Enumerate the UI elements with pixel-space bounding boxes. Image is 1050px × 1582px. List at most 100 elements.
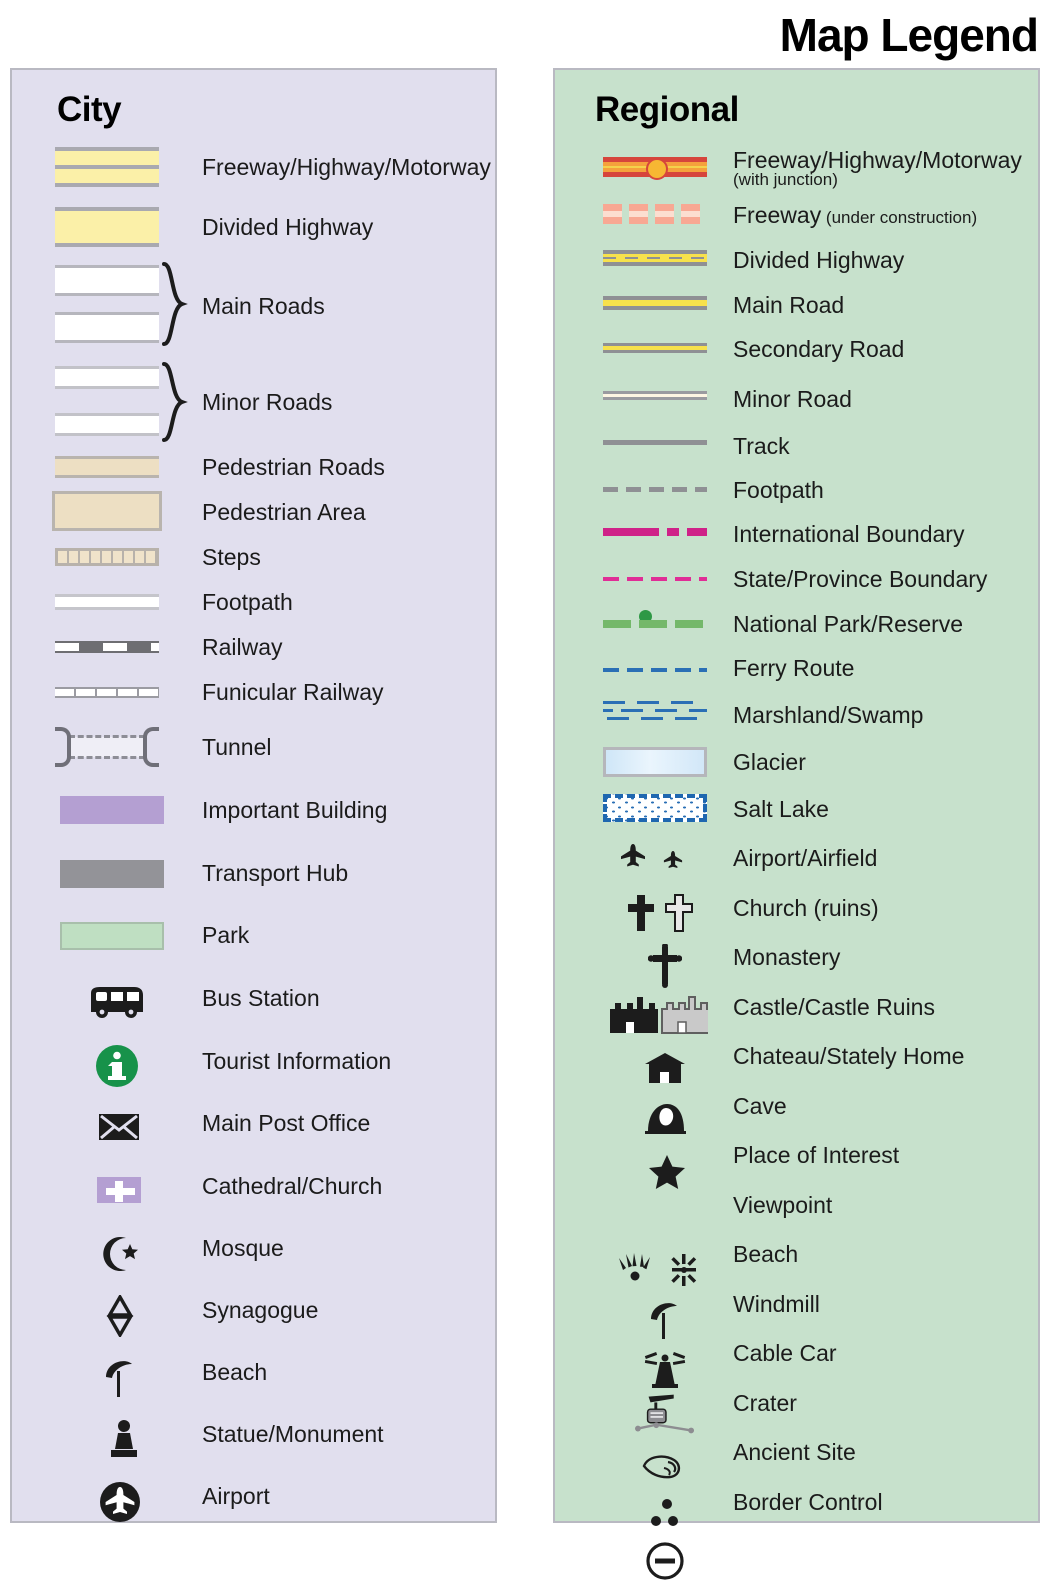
glacier-swatch	[600, 746, 710, 778]
city-item-label: Divided Highway	[202, 214, 374, 240]
cave-icon	[641, 1097, 689, 1141]
park-swatch	[57, 921, 167, 951]
castle-icon	[603, 992, 713, 1038]
beach-umbrella-icon	[645, 1298, 689, 1342]
footpath-city-swatch	[47, 594, 167, 610]
city-item-label: Steps	[202, 544, 261, 570]
steps-swatch	[47, 547, 167, 567]
regional-item-sublabel: (under construction)	[821, 208, 978, 227]
ferry-route-line	[600, 665, 710, 675]
track-line	[600, 437, 710, 447]
city-item-label: Railway	[202, 634, 283, 660]
cross-icon	[613, 892, 709, 934]
tunnel-swatch	[47, 725, 167, 769]
pedestrian-road-swatch	[47, 456, 167, 478]
regional-legend-panel: Regional Freeway/Highway/Motorway (with …	[553, 68, 1040, 1580]
regional-item-label: Main Road	[733, 292, 845, 318]
city-item-label: Park	[202, 922, 250, 948]
viewpoint-icon	[611, 1248, 711, 1292]
regional-item-label-main: Freeway/Highway/Motorway	[733, 147, 1022, 173]
regional-item-label: Border Control	[733, 1489, 883, 1515]
city-item-label: Bus Station	[202, 985, 320, 1011]
city-item-label: Beach	[202, 1359, 268, 1385]
city-item-label: Funicular Railway	[202, 679, 384, 705]
information-icon	[94, 1043, 140, 1089]
regional-item-label: Viewpoint	[733, 1192, 833, 1218]
freeway-junction-line	[600, 155, 710, 180]
bus-icon	[84, 980, 150, 1024]
regional-item-label: State/Province Boundary	[733, 566, 988, 592]
star-of-david-icon	[98, 1294, 142, 1338]
regional-item-label: Minor Road	[733, 386, 852, 412]
regional-item-label: Airport/Airfield	[733, 845, 878, 871]
city-item-label: Statue/Monument	[202, 1421, 384, 1447]
regional-item-label: Cable Car	[733, 1340, 837, 1366]
regional-item-label: Marshland/Swamp	[733, 702, 924, 728]
airplane-circle-icon	[98, 1480, 142, 1524]
star-icon	[645, 1152, 689, 1192]
city-item-label: Pedestrian Roads	[202, 454, 385, 480]
city-item-label: Cathedral/Church	[202, 1173, 383, 1199]
page-title: Map Legend	[779, 9, 1039, 61]
national-park-line	[600, 608, 710, 630]
orthodox-cross-icon	[643, 943, 687, 989]
regional-item-label: Ancient Site	[733, 1439, 856, 1465]
beach-umbrella-icon	[100, 1356, 144, 1400]
minor-roads-brace	[160, 362, 188, 442]
regional-item-label: Freeway (under construction)	[733, 203, 977, 227]
main-roads-brace	[160, 262, 188, 346]
statue-icon	[102, 1418, 146, 1462]
main-roads-city-swatch-top	[47, 264, 167, 296]
city-item-label: Main Post Office	[202, 1110, 371, 1136]
international-boundary-line	[600, 526, 710, 538]
city-item-label: Tourist Information	[202, 1048, 392, 1074]
cable-car-icon	[635, 1390, 695, 1440]
city-item-label: Important Building	[202, 797, 388, 823]
salt-lake-swatch	[600, 793, 710, 823]
city-legend-panel: City Freeway/Highway/Motorway Divided Hi…	[10, 68, 497, 1523]
regional-item-label: Chateau/Stately Home	[733, 1043, 965, 1069]
city-panel-heading: City	[57, 90, 122, 129]
regional-item-label: Glacier	[733, 749, 806, 775]
regional-item-label: Beach	[733, 1241, 799, 1267]
regional-item-label: Cave	[733, 1093, 787, 1119]
divided-highway-line	[600, 248, 710, 268]
main-road-line	[600, 294, 710, 312]
regional-item-label: Salt Lake	[733, 796, 829, 822]
regional-item-label: Crater	[733, 1390, 797, 1416]
ancient-site-icon	[645, 1494, 689, 1532]
regional-panel-heading: Regional	[595, 90, 739, 129]
regional-item-label: Track	[733, 433, 790, 459]
freeway-city-swatch	[47, 147, 167, 187]
city-item-label: Mosque	[202, 1235, 284, 1261]
transport-hub-swatch	[57, 859, 167, 889]
city-item-label: Pedestrian Area	[202, 499, 366, 525]
border-control-icon	[643, 1540, 687, 1582]
city-item-label: Freeway/Highway/Motorway	[202, 154, 491, 180]
secondary-road-line	[600, 340, 710, 356]
church-cross-icon	[96, 1170, 142, 1210]
city-item-label: Synagogue	[202, 1297, 319, 1323]
regional-item-label: International Boundary	[733, 521, 965, 547]
regional-item-label: Freeway/Highway/Motorway (with junction)	[733, 148, 1022, 189]
city-item-label: Airport	[202, 1483, 270, 1509]
windmill-icon	[641, 1346, 689, 1392]
footpath-line	[600, 484, 710, 494]
marshland-pattern	[600, 698, 710, 726]
regional-item-label: Footpath	[733, 477, 824, 503]
regional-item-label: Secondary Road	[733, 336, 905, 362]
envelope-icon	[96, 1107, 142, 1147]
regional-item-label: Church (ruins)	[733, 895, 879, 921]
city-item-label: Tunnel	[202, 734, 272, 760]
railway-city-swatch	[47, 639, 167, 655]
regional-item-label: Monastery	[733, 944, 841, 970]
regional-item-label: National Park/Reserve	[733, 611, 964, 637]
main-roads-city-swatch-bottom	[47, 311, 167, 343]
city-item-label: Minor Roads	[202, 389, 333, 415]
regional-item-sublabel: (with junction)	[733, 170, 838, 190]
regional-item-label: Ferry Route	[733, 655, 855, 681]
crescent-star-icon	[98, 1232, 142, 1276]
minor-road-line	[600, 388, 710, 403]
minor-roads-city-swatch-bottom	[47, 412, 167, 436]
chateau-icon	[641, 1047, 689, 1089]
